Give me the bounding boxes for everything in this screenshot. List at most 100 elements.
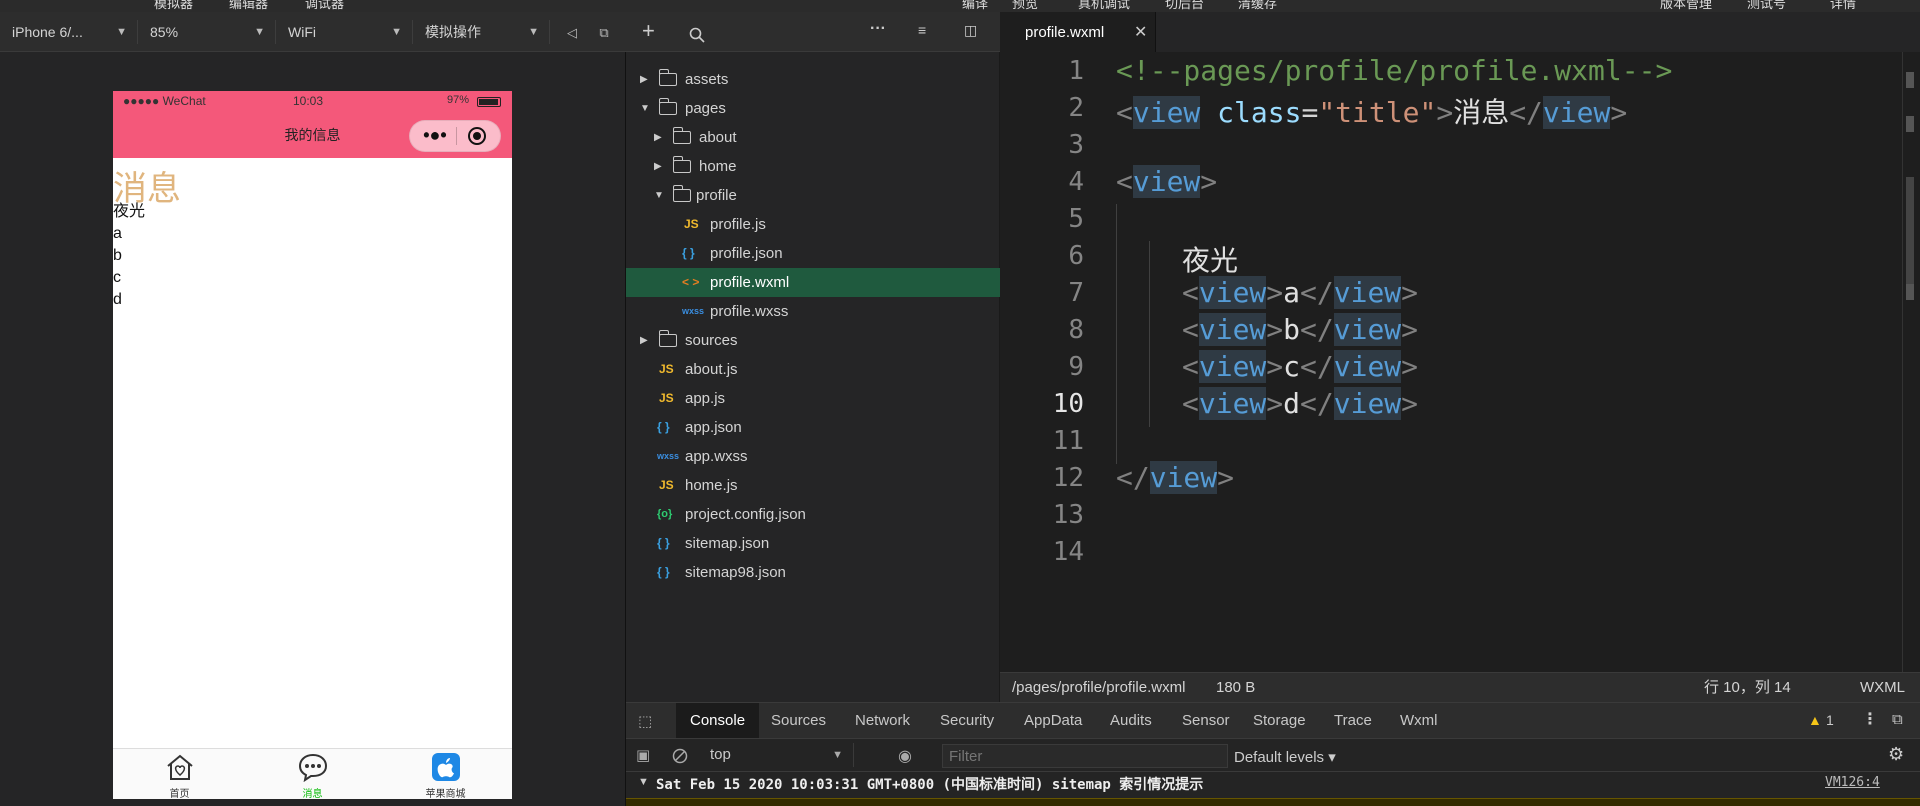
devtools-tab-storage[interactable]: Storage	[1239, 703, 1320, 739]
tab-home[interactable]: 首页	[113, 749, 246, 799]
tree-file-profile-json[interactable]: { } profile.json	[626, 239, 1000, 268]
warning-icon: ▲	[1808, 712, 1822, 728]
sidebar-toggle-icon[interactable]: ▣	[636, 746, 650, 764]
minimap-mark	[1906, 284, 1914, 300]
menu-background[interactable]: 切后台	[1165, 0, 1204, 12]
tree-folder-home[interactable]: ▶ home	[626, 152, 1000, 181]
menu-details[interactable]: 详情	[1830, 0, 1856, 12]
log-source-link[interactable]: VM126:4	[1825, 775, 1880, 790]
content-line: 夜光	[113, 203, 146, 220]
tree-file-sitemap-json[interactable]: { } sitemap.json	[626, 529, 1000, 558]
config-file-icon: {o}	[657, 508, 673, 520]
code-editor[interactable]: 1 2 3 4 5 6 7 8 9 10 11 12 13 14 <!--pag…	[1000, 52, 1920, 672]
menu-preview[interactable]: 预览	[1012, 0, 1038, 12]
folder-open-icon	[658, 98, 677, 115]
device-select[interactable]: iPhone 6/... ▼	[0, 20, 138, 44]
volume-icon[interactable]: ◁	[565, 26, 579, 40]
line-number: 7	[1068, 278, 1084, 308]
close-miniprogram-icon[interactable]	[468, 127, 486, 145]
devtools-tab-security[interactable]: Security	[926, 703, 1008, 739]
chevron-down-icon: ▼	[116, 26, 127, 38]
tab-apple-store[interactable]: 苹果商城	[379, 749, 512, 799]
tree-file-app-json[interactable]: { } app.json	[626, 413, 1000, 442]
tree-file-app-js[interactable]: JS app.js	[626, 384, 1000, 413]
tree-file-profile-wxss[interactable]: wxss profile.wxss	[626, 297, 1000, 326]
tree-file-home-js[interactable]: JS home.js	[626, 471, 1000, 500]
operation-select[interactable]: 模拟操作 ▼	[413, 20, 550, 44]
menu-debugger[interactable]: 调试器	[305, 0, 344, 12]
menu-version[interactable]: 版本管理	[1660, 0, 1712, 12]
more-options-icon[interactable]: ···	[870, 20, 886, 38]
inspect-element-icon[interactable]: ⬚	[638, 712, 652, 730]
eye-icon[interactable]: ◉	[898, 746, 912, 766]
menu-compile[interactable]: 编译	[962, 0, 988, 12]
console-filter-input[interactable]	[942, 744, 1228, 768]
tree-folder-pages[interactable]: ▼ pages	[626, 94, 1000, 123]
cursor-position[interactable]: 行 10，列 14	[1704, 673, 1791, 703]
indent-guide	[1149, 241, 1150, 427]
search-icon[interactable]	[689, 27, 705, 43]
kebab-menu-icon[interactable]: ⋮	[1862, 709, 1878, 729]
warning-count[interactable]: 1	[1826, 712, 1834, 728]
console-toolbar: ▣ top ▼ ◉ Default levels ▾ ⚙	[626, 738, 1920, 772]
menu-clear-cache[interactable]: 清缓存	[1238, 0, 1277, 12]
add-file-icon[interactable]: +	[642, 18, 655, 44]
zoom-select[interactable]: 85% ▼	[138, 20, 276, 44]
tree-folder-about[interactable]: ▶ about	[626, 123, 1000, 152]
detach-window-icon[interactable]: ⧉	[597, 26, 611, 40]
tree-folder-profile[interactable]: ▼ profile	[626, 181, 1000, 210]
line-number-current: 10	[1052, 389, 1084, 419]
network-select[interactable]: WiFi ▼	[276, 20, 413, 44]
devtools-tab-appdata[interactable]: AppData	[1010, 703, 1096, 739]
editor-tab-profile-wxml[interactable]: profile.wxml ✕	[1000, 12, 1156, 52]
wxss-file-icon: wxss	[657, 451, 680, 461]
menu-simulator[interactable]: 模拟器	[154, 0, 193, 12]
toggle-sidebar-icon[interactable]: ◫	[964, 22, 977, 39]
content-line: b	[113, 247, 122, 264]
tree-folder-sources[interactable]: ▶ sources	[626, 326, 1000, 355]
tab-messages[interactable]: 消息	[246, 749, 379, 799]
tree-label: home.js	[685, 477, 738, 494]
devtools-tab-trace[interactable]: Trace	[1320, 703, 1386, 739]
json-file-icon: { }	[657, 565, 670, 579]
tree-label: profile.json	[710, 245, 783, 262]
folder-icon	[658, 69, 677, 86]
battery-percent: 97%	[447, 94, 470, 106]
tree-file-project-config[interactable]: {o} project.config.json	[626, 500, 1000, 529]
log-message[interactable]: Sat Feb 15 2020 10:03:31 GMT+0800 (中国标准时…	[656, 774, 1203, 794]
caret-down-icon[interactable]: ▼	[638, 776, 649, 788]
scrollbar-thumb[interactable]	[1906, 177, 1914, 297]
collapse-icon[interactable]: ≡	[918, 22, 926, 38]
menu-test-account[interactable]: 测试号	[1747, 0, 1786, 12]
log-levels-select[interactable]: Default levels ▾	[1234, 748, 1336, 766]
tree-file-profile-wxml[interactable]: < > profile.wxml	[626, 268, 1000, 297]
context-select[interactable]: top ▼	[704, 743, 854, 767]
tree-folder-assets[interactable]: ▶ assets	[626, 65, 1000, 94]
tree-file-about-js[interactable]: JS about.js	[626, 355, 1000, 384]
devtools-tab-sources[interactable]: Sources	[757, 703, 840, 739]
tree-label: profile.wxml	[710, 274, 790, 291]
clear-console-icon[interactable]	[672, 748, 688, 764]
editor-scrollbar[interactable]	[1902, 52, 1920, 672]
devtools-tab-console[interactable]: Console	[676, 703, 760, 739]
tree-file-profile-js[interactable]: JS profile.js	[626, 210, 1000, 239]
tab-home-label: 首页	[169, 789, 190, 799]
tree-file-sitemap98-json[interactable]: { } sitemap98.json	[626, 558, 1000, 587]
language-mode[interactable]: WXML	[1860, 673, 1905, 703]
tree-file-app-wxss[interactable]: wxss app.wxss	[626, 442, 1000, 471]
code-line: 夜光	[1182, 244, 1239, 277]
menu-editor[interactable]: 编辑器	[229, 0, 268, 12]
json-file-icon: { }	[657, 536, 670, 550]
devtools-tab-network[interactable]: Network	[841, 703, 924, 739]
devtools-tab-sensor[interactable]: Sensor	[1168, 703, 1244, 739]
devtools-tab-audits[interactable]: Audits	[1096, 703, 1166, 739]
settings-gear-icon[interactable]: ⚙	[1888, 744, 1904, 765]
devtools-tab-wxml[interactable]: Wxml	[1386, 703, 1452, 739]
close-icon[interactable]: ✕	[1134, 22, 1147, 42]
line-number: 11	[1052, 426, 1084, 456]
dock-icon[interactable]: ⧉	[1892, 711, 1903, 728]
line-number: 1	[1068, 56, 1084, 86]
battery-icon	[477, 97, 501, 107]
menu-real-debug[interactable]: 真机调试	[1078, 0, 1130, 12]
more-dots-icon[interactable]: •●•	[420, 125, 450, 147]
